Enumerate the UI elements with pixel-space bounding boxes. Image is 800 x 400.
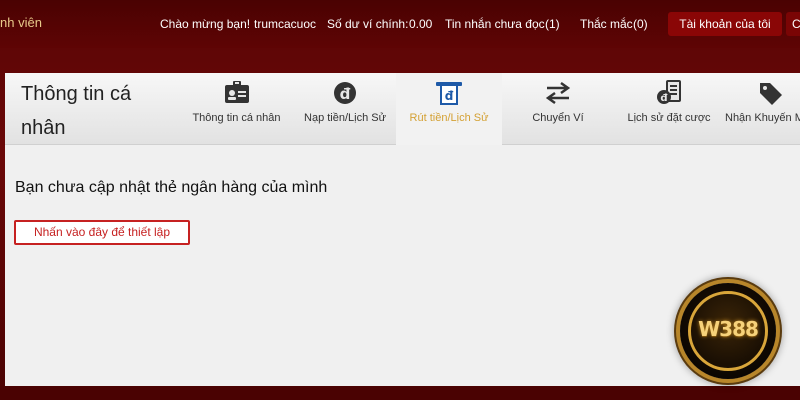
logo-text: W388 <box>698 317 759 341</box>
tab-label: Thông tin cá nhân <box>192 112 281 124</box>
svg-text:đ: đ <box>660 93 668 104</box>
tab-label: Nạp tiền/Lịch Sử <box>304 112 386 124</box>
top-bar: nh viên Chào mừng bạn! trumcacuoc Số dư … <box>0 0 800 48</box>
tab-transfer-wallet[interactable]: Chuyển Ví <box>510 73 606 145</box>
bottom-bar <box>0 386 800 400</box>
setup-bank-card-button[interactable]: Nhấn vào đây để thiết lập <box>14 220 190 245</box>
unread-messages-count[interactable]: (1) <box>545 17 560 31</box>
faq-count[interactable]: (0) <box>633 17 648 31</box>
tab-label: Nhận Khuyến M <box>725 112 800 124</box>
page-title: Thông tin cá nhân <box>21 83 132 139</box>
unread-messages-link[interactable]: Tin nhắn chưa đọc <box>445 17 545 31</box>
bet-history-icon: đ <box>654 79 684 107</box>
balance-value: 0.00 <box>409 17 433 31</box>
my-account-button[interactable]: Tài khoản của tôi <box>668 12 782 36</box>
w388-logo: W388 <box>680 283 776 379</box>
panel-header: Thông tin cá nhân Thông tin cá nhân đ Nạ… <box>5 73 800 145</box>
bank-card-notice: Bạn chưa cập nhật thẻ ngân hàng của mình <box>15 179 328 196</box>
tab-personal-info[interactable]: Thông tin cá nhân <box>185 73 288 145</box>
tab-bet-history[interactable]: đ Lịch sử đặt cược <box>617 73 721 145</box>
tag-icon <box>756 79 786 107</box>
svg-text:đ: đ <box>340 85 351 103</box>
balance-label: Số dư ví chính: <box>327 17 409 31</box>
tab-label: Chuyển Ví <box>532 112 584 124</box>
id-card-icon <box>222 79 252 107</box>
faq-link[interactable]: Thắc mắc <box>580 17 633 31</box>
dong-coin-icon: đ <box>330 79 360 107</box>
atm-withdraw-icon: đ <box>434 79 464 107</box>
welcome-text: Chào mừng bạn! <box>160 17 251 31</box>
secondary-top-button[interactable]: C <box>786 12 800 36</box>
tab-withdraw-history[interactable]: đ Rút tiền/Lịch Sử <box>396 73 502 145</box>
tab-promotions[interactable]: Nhận Khuyến M <box>723 73 800 145</box>
tab-deposit-history[interactable]: đ Nạp tiền/Lịch Sử <box>295 73 395 145</box>
tab-label: Rút tiền/Lịch Sử <box>409 112 489 124</box>
member-label[interactable]: nh viên <box>0 15 42 30</box>
transfer-arrows-icon <box>543 79 573 107</box>
panel-body: Bạn chưa cập nhật thẻ ngân hàng của mình… <box>5 146 800 386</box>
tab-label: Lịch sử đặt cược <box>627 112 711 124</box>
svg-text:đ: đ <box>445 89 454 103</box>
username: trumcacuoc <box>254 17 317 31</box>
